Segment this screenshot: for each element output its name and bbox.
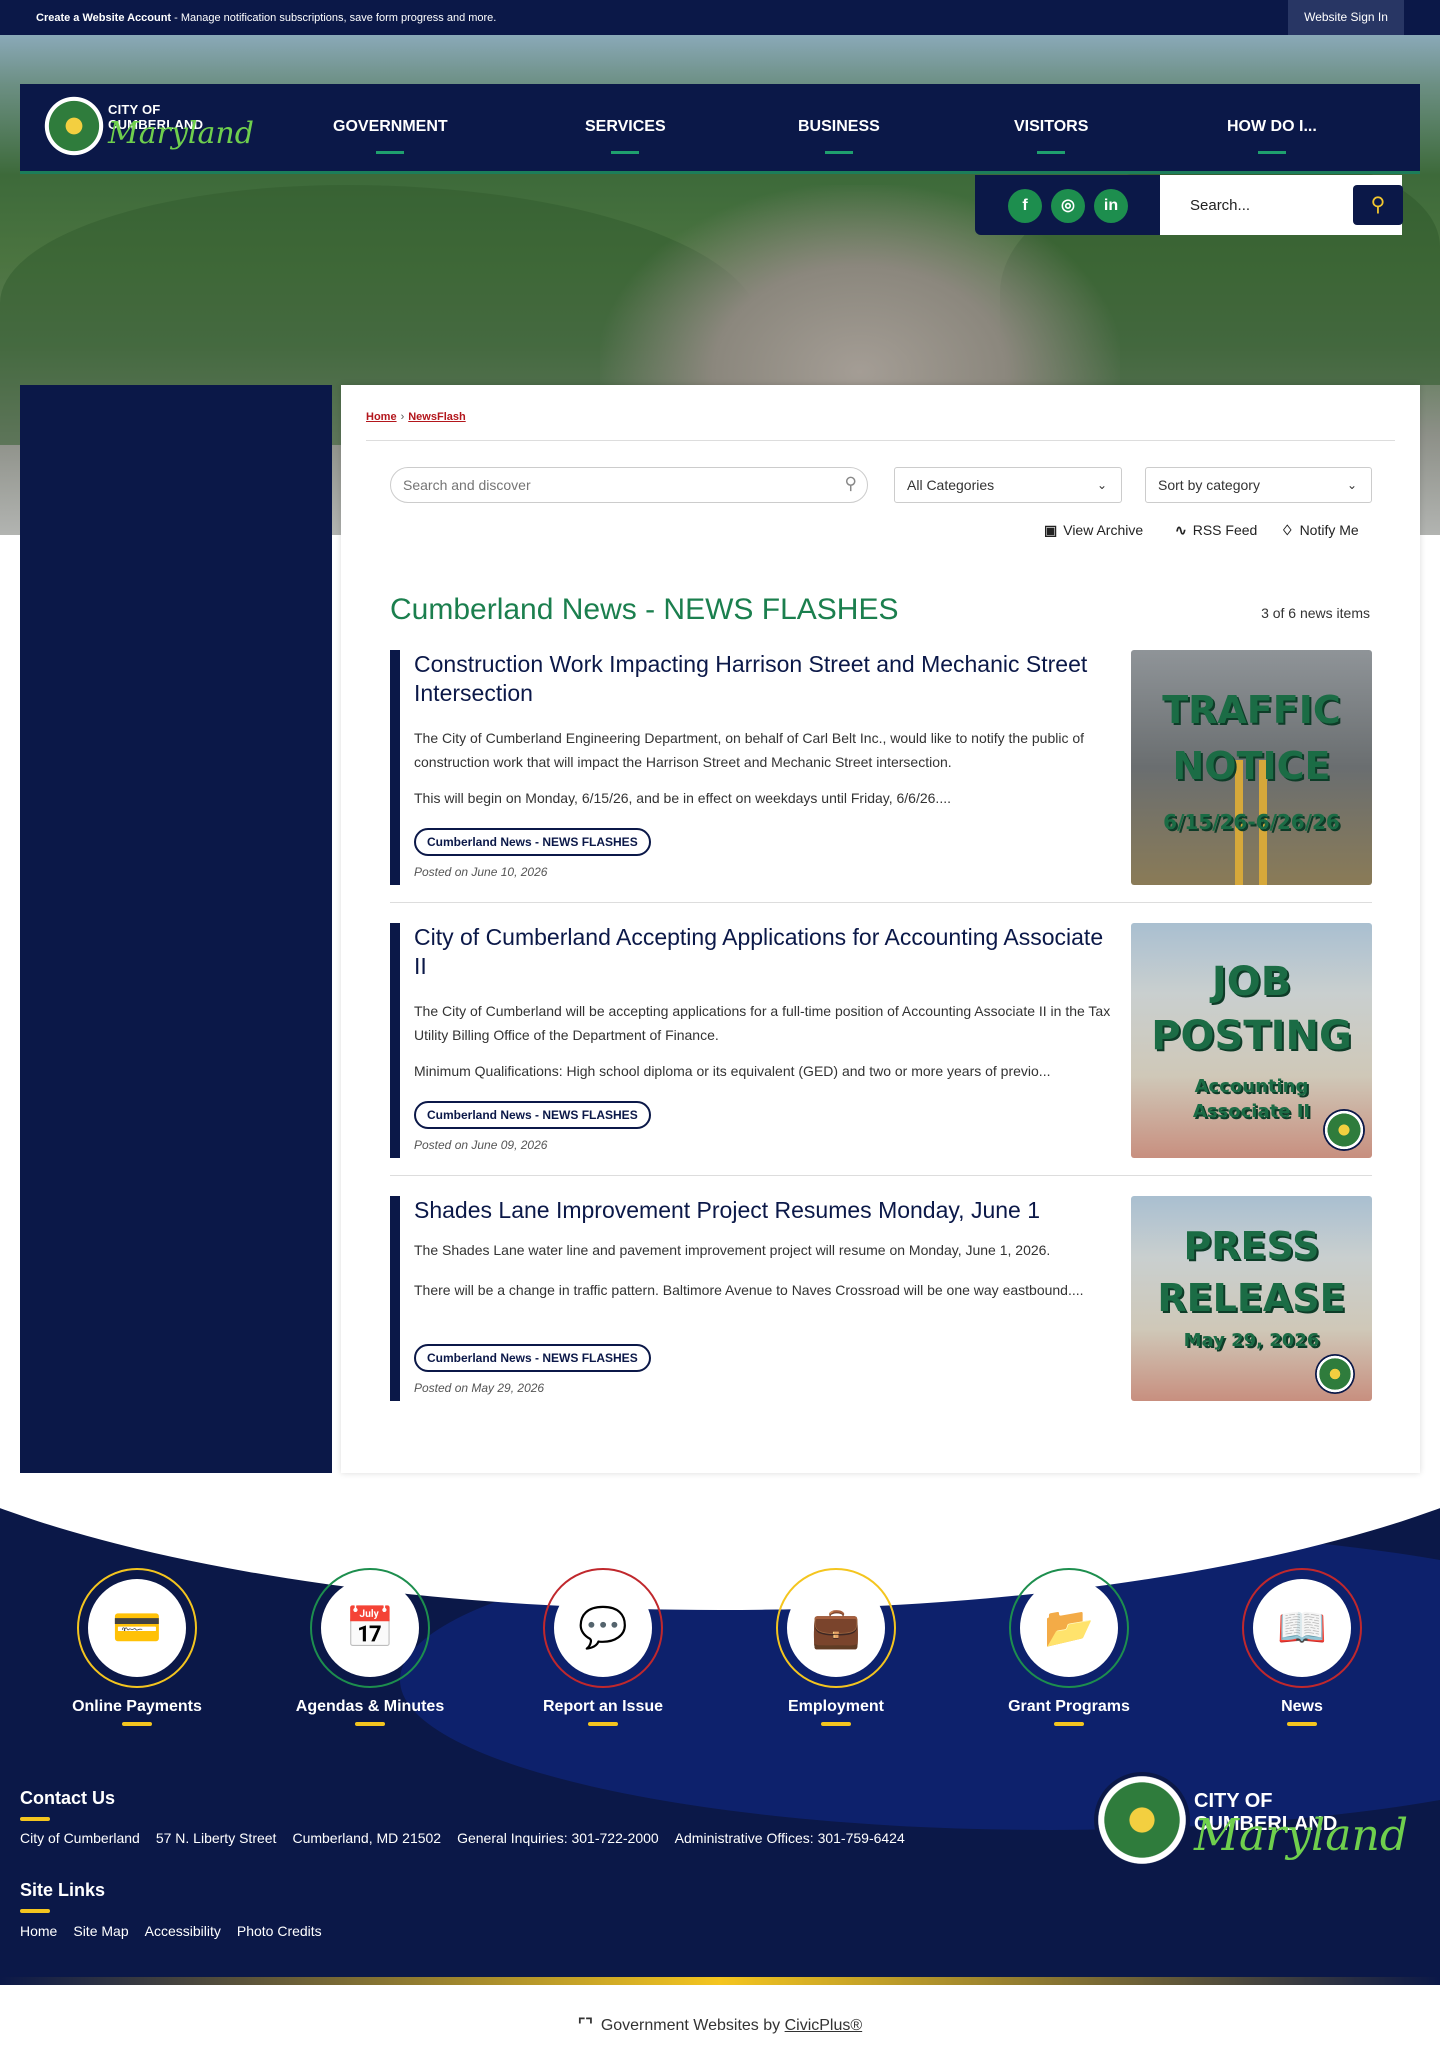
news-thumbnail[interactable]: JOB POSTING Accounting Associate II — [1131, 923, 1372, 1158]
footer-link-site-map[interactable]: Site Map — [73, 1923, 128, 1939]
category-tag[interactable]: Cumberland News - NEWS FLASHES — [414, 828, 651, 856]
main-content: Home›NewsFlash ⚲ All Categories⌄ Sort by… — [341, 385, 1420, 1473]
post-date: Posted on May 29, 2026 — [414, 1381, 545, 1395]
calendar-icon: 📅 — [321, 1579, 419, 1677]
site-logo[interactable]: CITY OF CUMBERLAND Maryland — [42, 90, 254, 168]
sort-select[interactable]: Sort by category ⌄ — [1145, 467, 1372, 503]
quicklink-news[interactable]: 📖 News — [1217, 1568, 1387, 1726]
instagram-icon[interactable]: ◎ — [1051, 189, 1085, 223]
breadcrumb: Home › NewsFlash — [366, 411, 466, 423]
civicplus-link[interactable]: CivicPlus® — [785, 2017, 863, 2034]
news-summary: The City of Cumberland Engineering Depar… — [414, 730, 1085, 770]
quicklink-online-payments[interactable]: 💳 Online Payments — [52, 1568, 222, 1726]
search-button[interactable]: ⚲ — [1353, 185, 1403, 225]
sidebar-panel — [20, 385, 332, 1473]
rss-feed-link[interactable]: ∿ RSS Feed — [1175, 522, 1257, 539]
site-search: ⚲ — [1160, 175, 1403, 235]
news-search-input[interactable] — [391, 468, 811, 502]
nav-how-do-i[interactable]: HOW DO I... — [1227, 118, 1317, 154]
news-summary-continued: There will be a change in traffic patter… — [414, 1282, 1084, 1298]
footer-logo[interactable]: CITY OF CUMBERLAND Maryland — [1094, 1772, 1414, 1872]
post-date: Posted on June 10, 2026 — [414, 865, 548, 879]
news-item: Construction Work Impacting Harrison Str… — [390, 650, 1372, 885]
news-summary-continued: This will begin on Monday, 6/15/26, and … — [414, 790, 951, 806]
news-thumbnail[interactable]: PRESS RELEASE May 29, 2026 — [1131, 1196, 1372, 1401]
contact-info: City of Cumberland 57 N. Liberty Street Cu… — [20, 1830, 905, 1846]
news-title-link[interactable]: City of Cumberland Accepting Application… — [414, 923, 1114, 981]
logo-state-text: Maryland — [108, 116, 254, 151]
site-search-input[interactable] — [1160, 175, 1350, 235]
footer-accent-line — [0, 1977, 1440, 1985]
notify-me-link[interactable]: ♢ Notify Me — [1281, 522, 1359, 539]
item-accent-bar — [390, 1196, 400, 1401]
rss-icon: ∿ — [1175, 522, 1187, 538]
site-footer: 💳 Online Payments 📅 Agendas & Minutes 💬 … — [0, 1490, 1440, 1985]
sign-in-button[interactable]: Website Sign In — [1288, 0, 1404, 35]
footer-link-accessibility[interactable]: Accessibility — [145, 1923, 221, 1939]
city-seal-icon — [1323, 1109, 1365, 1151]
main-navigation: CITY OF CUMBERLAND Maryland GOVERNMENT S… — [20, 84, 1420, 174]
news-summary: The City of Cumberland will be accepting… — [414, 1003, 1111, 1043]
nav-visitors[interactable]: VISITORS — [1014, 118, 1088, 154]
civicplus-logo-icon: ⌜⌝ — [577, 2017, 593, 2034]
news-summary: The Shades Lane water line and pavement … — [414, 1242, 1051, 1258]
chevron-down-icon: ⌄ — [1096, 478, 1107, 492]
city-seal-icon — [42, 94, 106, 158]
item-accent-bar — [390, 923, 400, 1158]
item-divider — [390, 902, 1372, 903]
social-links: f ◎ in — [975, 175, 1160, 235]
quicklink-employment[interactable]: 💼 Employment — [751, 1568, 921, 1726]
news-item: Shades Lane Improvement Project Resumes … — [390, 1196, 1372, 1401]
folder-plus-icon: 📂 — [1020, 1579, 1118, 1677]
news-summary-continued: Minimum Qualifications: High school dipl… — [414, 1063, 1051, 1079]
site-links-heading: Site Links — [20, 1880, 106, 1913]
site-links: Home Site Map Accessibility Photo Credits — [20, 1923, 338, 1939]
footer-link-photo-credits[interactable]: Photo Credits — [237, 1923, 322, 1939]
chevron-down-icon: ⌄ — [1346, 478, 1357, 492]
facebook-icon[interactable]: f — [1008, 189, 1042, 223]
nav-government[interactable]: GOVERNMENT — [333, 118, 448, 154]
nav-business[interactable]: BUSINESS — [798, 118, 880, 154]
divider — [366, 440, 1395, 441]
credit-card-icon: 💳 — [88, 1579, 186, 1677]
view-archive-link[interactable]: ▣ View Archive — [1044, 522, 1143, 539]
quicklink-grant-programs[interactable]: 📂 Grant Programs — [984, 1568, 1154, 1726]
search-icon[interactable]: ⚲ — [845, 474, 857, 494]
contact-heading: Contact Us — [20, 1788, 116, 1821]
news-thumbnail[interactable]: TRAFFIC NOTICE 6/15/26-6/26/26 — [1131, 650, 1372, 885]
item-accent-bar — [390, 650, 400, 885]
news-item: City of Cumberland Accepting Application… — [390, 923, 1372, 1158]
briefcase-icon: 💼 — [787, 1579, 885, 1677]
category-tag[interactable]: Cumberland News - NEWS FLASHES — [414, 1101, 651, 1129]
footer-link-home[interactable]: Home — [20, 1923, 57, 1939]
linkedin-icon[interactable]: in — [1094, 189, 1128, 223]
city-seal-icon — [1094, 1772, 1190, 1868]
top-utility-bar: Create a Website Account - Manage notifi… — [0, 0, 1440, 35]
news-title-link[interactable]: Shades Lane Improvement Project Resumes … — [414, 1196, 1114, 1225]
category-select[interactable]: All Categories ⌄ — [894, 467, 1122, 503]
quicklink-report-issue[interactable]: 💬 Report an Issue — [518, 1568, 688, 1726]
book-icon: 📖 — [1253, 1579, 1351, 1677]
post-date: Posted on June 09, 2026 — [414, 1138, 548, 1152]
civicplus-credit: ⌜⌝ Government Websites by CivicPlus® — [577, 2017, 863, 2034]
breadcrumb-home[interactable]: Home — [366, 411, 397, 423]
city-seal-icon — [1315, 1354, 1355, 1394]
archive-icon: ▣ — [1044, 522, 1058, 538]
news-search-field: ⚲ — [390, 467, 868, 503]
results-count: 3 of 6 news items — [1261, 605, 1370, 621]
news-title-link[interactable]: Construction Work Impacting Harrison Str… — [414, 650, 1114, 708]
page-title: Cumberland News - NEWS FLASHES — [390, 593, 899, 626]
quicklink-agendas-minutes[interactable]: 📅 Agendas & Minutes — [285, 1568, 455, 1726]
breadcrumb-current[interactable]: NewsFlash — [408, 411, 465, 423]
bell-icon: ♢ — [1281, 522, 1294, 538]
create-account-link[interactable]: Create a Website Account - Manage notifi… — [36, 12, 496, 24]
nav-services[interactable]: SERVICES — [585, 118, 666, 154]
chat-icon: 💬 — [554, 1579, 652, 1677]
category-tag[interactable]: Cumberland News - NEWS FLASHES — [414, 1344, 651, 1372]
item-divider — [390, 1175, 1372, 1176]
search-icon: ⚲ — [1370, 194, 1386, 216]
